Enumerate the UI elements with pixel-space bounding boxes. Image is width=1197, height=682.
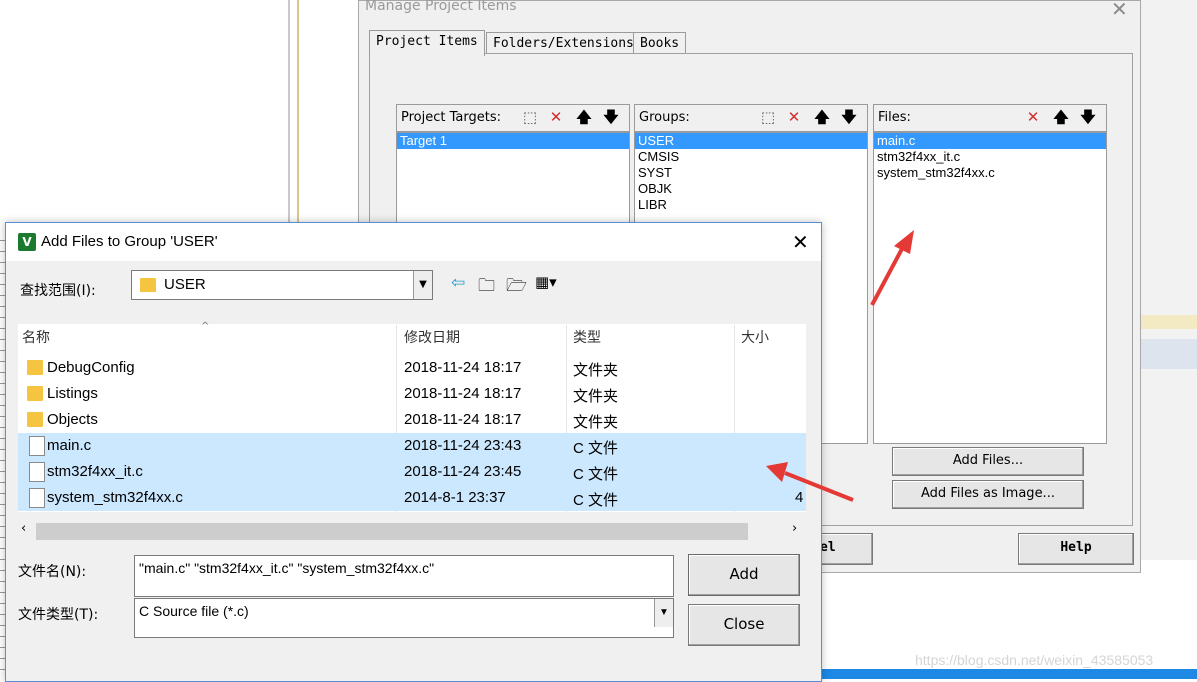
arrowhead-icon (766, 462, 788, 482)
arrowhead-icon (894, 230, 914, 254)
annotation-arrow-selection (784, 471, 854, 502)
tab-project-items[interactable]: Project Items (369, 30, 485, 56)
annotation-arrow-files (870, 244, 906, 306)
annotation-arrows (766, 230, 914, 502)
watermark: https://blog.csdn.net/weixin_43585053 (915, 652, 1154, 668)
